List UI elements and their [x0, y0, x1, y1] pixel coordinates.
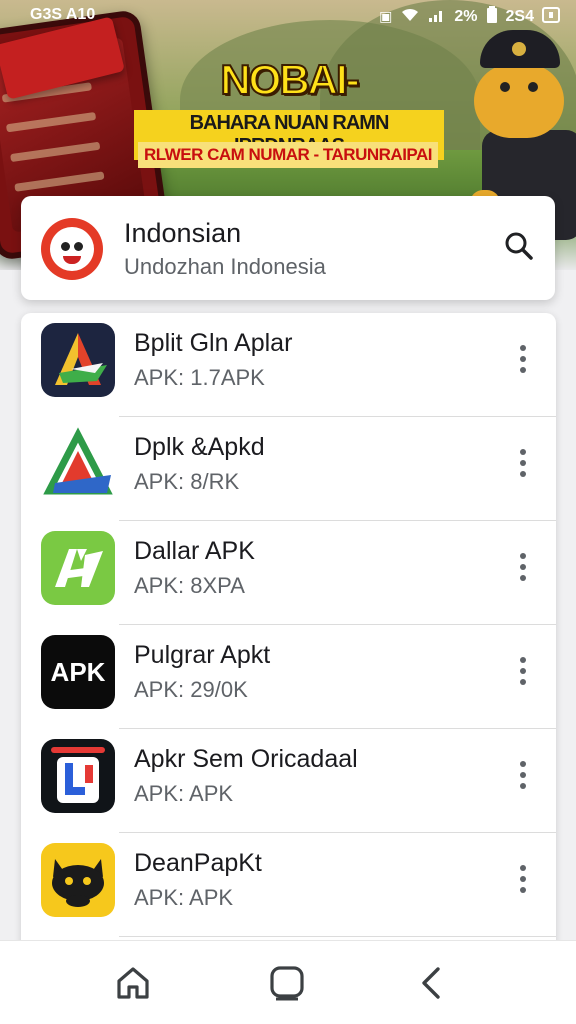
- banner-subline: RLWER CAM NUMAR - TARUNRAIPAI: [138, 142, 438, 168]
- recents-icon: [270, 966, 304, 1001]
- apk-text-logo-icon: APK: [41, 635, 115, 709]
- bottom-nav-bar: [0, 940, 576, 1024]
- search-icon: [505, 232, 533, 260]
- yellow-cat-logo-icon: [41, 843, 115, 917]
- app-meta: APK: 1.7APK: [134, 365, 265, 390]
- app-logo-icon: [41, 218, 103, 280]
- status-left-text: G3S A10: [30, 6, 96, 23]
- battery-icon: [486, 6, 498, 27]
- list-item[interactable]: Apkr Sem Oricadaal APK: APK: [21, 729, 556, 833]
- triangle-logo-icon: [41, 427, 115, 501]
- battery-percent: 2%: [454, 7, 478, 25]
- app-name: Pulgrar Apkt: [134, 641, 271, 669]
- divider: [119, 936, 556, 937]
- more-options-button[interactable]: [511, 339, 535, 379]
- list-item[interactable]: DeanPapKt APK: APK: [21, 833, 556, 937]
- status-bar: G3S A10 ▣ 2% 2S4: [0, 0, 576, 30]
- app-header-card: Indonsian Undozhan Indonesia: [21, 196, 555, 300]
- app-name: Dplk &Apkd: [134, 433, 265, 461]
- app-meta: APK: 8XPA: [134, 573, 245, 598]
- app-name: Dallar APK: [134, 537, 255, 565]
- more-options-button[interactable]: [511, 443, 535, 483]
- l-tile-logo-icon: [41, 739, 115, 813]
- page-title: Indonsian: [124, 218, 242, 248]
- home-icon: [117, 967, 149, 999]
- notification-icon: [542, 7, 560, 26]
- app-name: Bplit Gln Aplar: [134, 329, 293, 357]
- list-item[interactable]: APK Pulgrar Apkt APK: 29/0K: [21, 625, 556, 729]
- list-item[interactable]: Bplit Gln Aplar APK: 1.7APK: [21, 313, 556, 417]
- status-right-text: 2S4: [505, 7, 534, 25]
- search-button[interactable]: [499, 226, 539, 266]
- screenshot-icon: ▣: [379, 8, 393, 24]
- app-list: Bplit Gln Aplar APK: 1.7APK Dplk &Apkd A…: [21, 313, 556, 953]
- app-meta: APK: APK: [134, 781, 234, 806]
- app-meta: APK: 8/RK: [134, 469, 240, 494]
- more-options-button[interactable]: [511, 755, 535, 795]
- app-name: Apkr Sem Oricadaal: [134, 745, 358, 773]
- app-meta: APK: APK: [134, 885, 234, 910]
- home-button[interactable]: [111, 961, 155, 1005]
- back-icon: [422, 967, 440, 999]
- signal-icon: [428, 7, 446, 26]
- wifi-icon: [400, 7, 420, 26]
- list-item[interactable]: Dallar APK APK: 8XPA: [21, 521, 556, 625]
- page-subtitle: Undozhan Indonesia: [124, 254, 326, 279]
- more-options-button[interactable]: [511, 651, 535, 691]
- more-options-button[interactable]: [511, 859, 535, 899]
- app-name: DeanPapKt: [134, 849, 262, 877]
- stylized-a-logo-icon: [41, 323, 115, 397]
- status-right: ▣ 2% 2S4: [379, 6, 560, 27]
- green-a-logo-icon: [41, 531, 115, 605]
- back-button[interactable]: [410, 961, 454, 1005]
- more-options-button[interactable]: [511, 547, 535, 587]
- list-item[interactable]: Dplk &Apkd APK: 8/RK: [21, 417, 556, 521]
- recents-button[interactable]: [265, 961, 309, 1005]
- app-meta: APK: 29/0K: [134, 677, 248, 702]
- svg-text:APK: APK: [51, 657, 106, 687]
